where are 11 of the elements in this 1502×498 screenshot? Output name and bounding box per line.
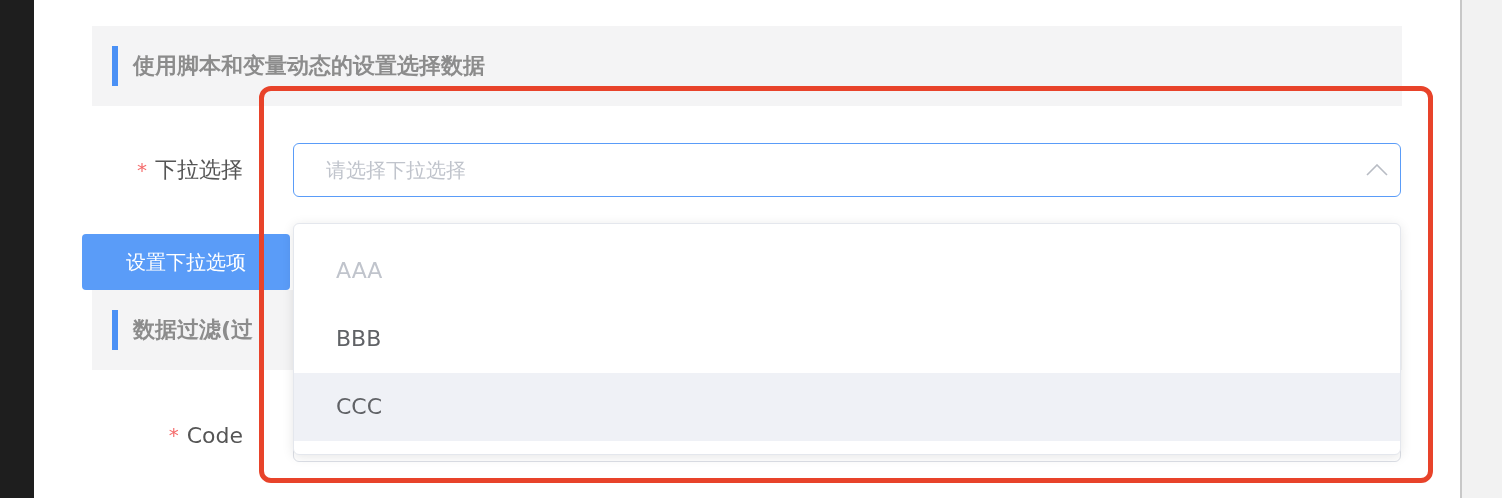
dropdown-option[interactable]: BBB (294, 305, 1400, 373)
required-mark: * (137, 158, 147, 182)
section-title: 数据过滤(过 (133, 316, 254, 344)
field-label: Code (186, 422, 243, 448)
dropdown-option[interactable]: CCC (294, 373, 1400, 441)
set-options-button[interactable]: 设置下拉选项 (82, 234, 290, 290)
section-title: 使用脚本和变量动态的设置选择数据 (133, 52, 485, 80)
chevron-icon (1366, 164, 1388, 176)
select-field[interactable]: 请选择下拉选择 (293, 143, 1401, 197)
field-label: 下拉选择 (155, 156, 243, 184)
required-mark: * (168, 423, 179, 447)
